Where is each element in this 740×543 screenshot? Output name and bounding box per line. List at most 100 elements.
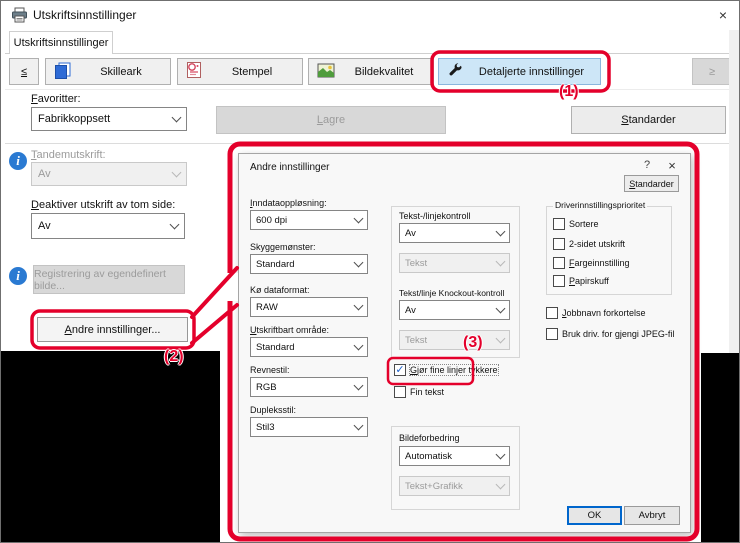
checkbox-label: Gjør fine linjer tykkere bbox=[409, 364, 499, 376]
window-title: Utskriftsinnstillinger bbox=[33, 8, 137, 22]
sort-checkbox[interactable]: Sortere bbox=[553, 218, 599, 230]
duplex-style-combo[interactable]: Stil3 bbox=[250, 417, 368, 437]
knockout-sub-combo[interactable]: Tekst bbox=[399, 330, 510, 350]
image-enhancement-sub-combo[interactable]: Tekst+Grafikk bbox=[399, 476, 510, 496]
rip-style-combo[interactable]: RGB bbox=[250, 377, 368, 397]
image-enhancement-label: Bildeforbedring bbox=[399, 433, 460, 443]
checkbox-unchecked[interactable] bbox=[546, 307, 558, 319]
favorites-label: Favoritter: bbox=[31, 93, 81, 105]
annotation-step-3: (3) bbox=[463, 334, 483, 351]
jpeg-driver-checkbox[interactable]: Bruk driv. for gjengi JPEG-fil bbox=[546, 328, 674, 340]
tandem-combo[interactable]: Av bbox=[31, 162, 187, 186]
text-control-combo[interactable]: Av bbox=[399, 223, 510, 243]
other-settings-button[interactable]: Andre innstillinger... bbox=[37, 317, 188, 342]
color-setting-checkbox[interactable]: Fargeinnstilling bbox=[553, 257, 630, 269]
window-close-button[interactable]: × bbox=[711, 4, 735, 25]
knockout-combo[interactable]: Av bbox=[399, 300, 510, 320]
combo-value: Av bbox=[405, 227, 416, 239]
toolbar-button-label: Stempel bbox=[231, 65, 273, 78]
combo-value: Tekst bbox=[405, 334, 428, 346]
tandem-label: Tandemutskrift: bbox=[31, 149, 106, 161]
checkbox-checked[interactable]: ✓ bbox=[394, 364, 406, 376]
chevron-down-icon bbox=[171, 167, 182, 178]
toolbar-button-stempel[interactable]: Stempel bbox=[177, 58, 303, 85]
chevron-down-icon bbox=[495, 449, 506, 460]
combo-value: Fabrikkoppsett bbox=[38, 113, 111, 125]
dialog-help-button[interactable]: ? bbox=[639, 159, 655, 175]
chevron-down-icon bbox=[169, 219, 180, 230]
checkbox-label: Fin tekst bbox=[410, 387, 445, 397]
checkbox-unchecked[interactable] bbox=[553, 218, 565, 230]
shade-pattern-combo[interactable]: Standard bbox=[250, 254, 368, 274]
thicken-fine-lines-checkbox[interactable]: ✓ Gjør fine linjer tykkere bbox=[394, 364, 499, 376]
screen-mask-right bbox=[701, 353, 739, 542]
input-resolution-combo[interactable]: 600 dpi bbox=[250, 210, 368, 230]
checkbox-label: Papirskuff bbox=[569, 276, 609, 286]
checkbox-label: Jobbnavn forkortelse bbox=[562, 308, 646, 318]
screen-mask-left bbox=[1, 351, 220, 542]
job-name-checkbox[interactable]: Jobbnavn forkortelse bbox=[546, 307, 646, 319]
checkbox-unchecked[interactable] bbox=[553, 275, 565, 287]
print-settings-window: Utskriftsinnstillinger × Utskriftsinnsti… bbox=[0, 0, 740, 543]
combo-value: Tekst+Grafikk bbox=[405, 480, 463, 492]
combo-value: 600 dpi bbox=[256, 214, 288, 226]
field-label: Revnestil: bbox=[250, 365, 290, 375]
cancel-button[interactable]: Avbryt bbox=[624, 506, 680, 525]
chevron-down-icon bbox=[495, 479, 506, 490]
toolbar-button-bildekvalitet[interactable]: Bildekvalitet bbox=[308, 58, 434, 85]
checkbox-label: Bruk driv. for gjengi JPEG-fil bbox=[562, 329, 675, 339]
checkbox-unchecked[interactable] bbox=[553, 257, 565, 269]
custom-image-button[interactable]: Registrering av egendefinert bilde... bbox=[33, 265, 185, 294]
checkbox-unchecked[interactable] bbox=[546, 328, 558, 340]
toolbar-button-detaljerte-innstillinger[interactable]: Detaljerte innstillinger bbox=[438, 58, 601, 85]
combo-value: Av bbox=[405, 304, 416, 316]
field-label: Utskriftbart område: bbox=[250, 325, 330, 335]
toolbar-button-skilleark[interactable]: Skilleark bbox=[45, 58, 171, 85]
save-button[interactable]: Lagre bbox=[216, 106, 446, 134]
combo-value: Stil3 bbox=[256, 421, 275, 433]
field-label: Dupleksstil: bbox=[250, 405, 297, 415]
dialog-title: Andre innstillinger bbox=[250, 162, 330, 173]
checkbox-label: 2-sidet utskrift bbox=[569, 239, 626, 249]
favorites-combo[interactable]: Fabrikkoppsett bbox=[31, 107, 187, 131]
checkbox-unchecked[interactable] bbox=[394, 386, 406, 398]
chevron-down-icon bbox=[353, 257, 364, 268]
info-icon: i bbox=[9, 152, 27, 170]
toolbar-next-button[interactable]: ≥ bbox=[692, 58, 732, 85]
chevron-down-icon bbox=[353, 380, 364, 391]
checkbox-label: Fargeinnstilling bbox=[569, 258, 630, 268]
toolbar-button-label: Bildekvalitet bbox=[354, 65, 414, 78]
wrench-icon bbox=[447, 62, 463, 81]
divider-pages-icon bbox=[54, 62, 72, 82]
toolbar-prev-button[interactable]: ≤ bbox=[9, 58, 39, 85]
tab-print-settings[interactable]: Utskriftsinnstillinger bbox=[9, 31, 113, 54]
field-label: Skyggemønster: bbox=[250, 242, 316, 252]
paper-tray-checkbox[interactable]: Papirskuff bbox=[553, 275, 609, 287]
spool-format-combo[interactable]: RAW bbox=[250, 297, 368, 317]
printable-area-combo[interactable]: Standard bbox=[250, 337, 368, 357]
ok-button[interactable]: OK bbox=[567, 506, 622, 525]
blank-page-label: Deaktiver utskrift av tom side: bbox=[31, 199, 176, 211]
combo-value: RGB bbox=[256, 381, 277, 393]
text-control-label: Tekst-/linjekontroll bbox=[399, 211, 471, 221]
dialog-close-button[interactable]: × bbox=[663, 158, 681, 175]
two-sided-checkbox[interactable]: 2-sidet utskrift bbox=[553, 238, 625, 250]
image-enhancement-combo[interactable]: Automatisk bbox=[399, 446, 510, 466]
chevron-down-icon bbox=[495, 303, 506, 314]
checkbox-unchecked[interactable] bbox=[553, 238, 565, 250]
toolbar-button-label: Detaljerte innstillinger bbox=[478, 65, 585, 78]
chevron-down-icon bbox=[353, 213, 364, 224]
chevron-down-icon bbox=[171, 112, 182, 123]
dialog-defaults-button[interactable]: Standarder bbox=[624, 175, 679, 192]
separator bbox=[5, 143, 737, 144]
knockout-label: Tekst/linje Knockout-kontroll bbox=[399, 288, 505, 298]
info-icon: i bbox=[9, 267, 27, 285]
defaults-button-main[interactable]: Standarder bbox=[571, 106, 726, 134]
callout-line-lower bbox=[190, 303, 239, 345]
blank-page-combo[interactable]: Av bbox=[31, 213, 185, 239]
chevron-down-icon bbox=[495, 256, 506, 267]
text-control-sub-combo[interactable]: Tekst bbox=[399, 253, 510, 273]
fine-text-checkbox[interactable]: Fin tekst bbox=[394, 386, 444, 398]
callout-gap bbox=[227, 273, 238, 301]
titlebar: Utskriftsinnstillinger × bbox=[1, 1, 739, 29]
